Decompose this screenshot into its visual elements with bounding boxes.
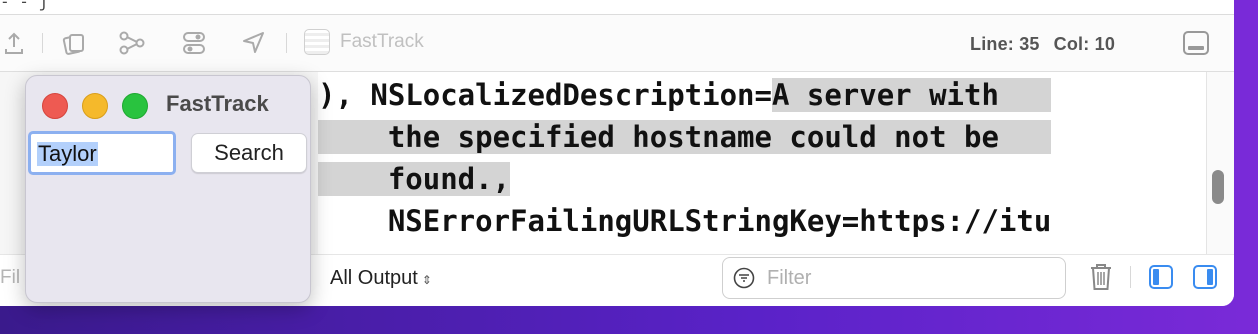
scheme-app-name: FastTrack <box>340 31 424 52</box>
console-scrollbar-track[interactable] <box>1206 72 1234 254</box>
output-selector-label: All Output <box>330 267 418 289</box>
search-term-input[interactable]: Taylor <box>28 131 176 175</box>
console-line: the specified hostname could not be <box>318 116 1052 158</box>
editor-top-fragment: - - j <box>0 0 49 11</box>
filter-placeholder: Filter <box>767 267 812 289</box>
trash-icon[interactable] <box>1088 262 1114 292</box>
editor-top-sliver: - - j <box>0 0 1234 15</box>
toolbar-divider <box>42 33 43 53</box>
split-right-icon[interactable] <box>1192 264 1218 290</box>
column-number: Col: 10 <box>1053 34 1116 54</box>
console-filter-input[interactable]: Filter <box>722 257 1066 299</box>
console-line-1: ), NSLocalizedDescription=A server with <box>318 78 1052 112</box>
share-icon[interactable] <box>0 29 28 57</box>
console-line: ), NSLocalizedDescription=A server with <box>318 74 1052 116</box>
close-window-button[interactable] <box>42 93 68 119</box>
zoom-window-button[interactable] <box>122 93 148 119</box>
output-selector[interactable]: All Output ⇕ <box>330 267 432 290</box>
console-scrollbar-thumb[interactable] <box>1212 170 1224 204</box>
fasttrack-app-window: FastTrack Taylor Search <box>25 75 311 303</box>
minimize-window-button[interactable] <box>82 93 108 119</box>
chevron-updown-icon: ⇕ <box>421 273 432 287</box>
cursor-position: Line: 35 Col: 10 <box>970 34 1129 55</box>
scheme-selector[interactable]: FastTrack <box>304 29 424 55</box>
filter-icon <box>733 267 755 289</box>
source-control-icon[interactable] <box>118 29 146 57</box>
console-line: found., <box>318 158 511 200</box>
console-line-4: NSErrorFailingURLStringKey=https://itu <box>318 204 1052 238</box>
search-term-value: Taylor <box>37 141 98 166</box>
console-line-2: the specified hostname could not be <box>318 120 1052 154</box>
library-icon[interactable] <box>60 29 88 57</box>
editor-toolbar: FastTrack Line: 35 Col: 10 <box>0 15 1234 72</box>
console-line: NSErrorFailingURLStringKey=https://itu <box>318 200 1051 242</box>
window-title: FastTrack <box>166 91 269 116</box>
variables-filter-fragment[interactable]: Fil <box>0 267 20 289</box>
location-icon[interactable] <box>240 29 268 57</box>
search-button[interactable]: Search <box>191 133 307 173</box>
bottom-divider <box>1130 266 1131 288</box>
console-output[interactable]: ), NSLocalizedDescription=A server with … <box>318 72 1204 254</box>
app-icon <box>304 29 330 55</box>
panel-toggle-icon[interactable] <box>1182 29 1210 57</box>
line-number: Line: 35 <box>970 34 1040 54</box>
console-line-3: found., <box>318 162 511 196</box>
split-left-icon[interactable] <box>1148 264 1174 290</box>
toggle-icon[interactable] <box>180 29 208 57</box>
toolbar-divider <box>286 33 287 53</box>
